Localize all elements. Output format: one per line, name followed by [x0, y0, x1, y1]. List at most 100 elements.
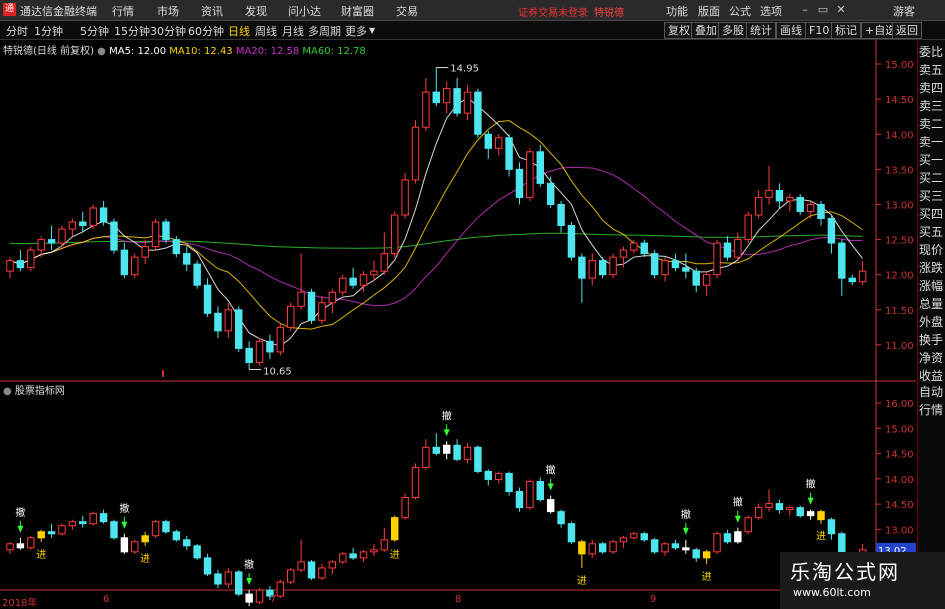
candle-body	[432, 91, 441, 104]
candle-body	[536, 151, 545, 184]
buy-marker: 进	[816, 531, 826, 543]
sidebar-item[interactable]: 现价	[919, 242, 945, 259]
menu-function[interactable]: 功能	[666, 3, 688, 19]
period-30min[interactable]: 30分钟	[150, 23, 186, 39]
chart-canvas[interactable]: 15.00 14.50 14.00 13.50 13.00 12.50 12.00 11.50…	[0, 40, 916, 609]
minimize-icon[interactable]: –	[797, 2, 813, 17]
ma10-label: MA10: 12.43	[169, 46, 233, 57]
sell-marker: 撤	[546, 464, 556, 477]
sidebar-item[interactable]: 买四	[919, 206, 945, 223]
sidebar-item[interactable]: 卖三	[919, 98, 945, 115]
sidebar-item[interactable]: 涨幅	[919, 278, 945, 295]
sidebar-item[interactable]: 委比	[919, 44, 945, 61]
menu-xiaoda[interactable]: 问小达	[288, 3, 321, 19]
indicator-dot-icon[interactable]: ●	[3, 386, 12, 397]
overlay-button[interactable]: 叠加	[691, 22, 721, 39]
menu-options[interactable]: 选项	[760, 3, 782, 19]
ma20-label: MA20: 12.58	[235, 46, 300, 57]
indicator-body	[110, 521, 118, 539]
candle-body	[827, 218, 836, 244]
candle-body	[349, 277, 357, 286]
sidebar-item[interactable]: 收益	[919, 368, 945, 385]
period-15min[interactable]: 15分钟	[114, 23, 150, 39]
period-weekly[interactable]: 周线	[255, 23, 277, 39]
indicator-body	[463, 446, 472, 460]
sidebar-item[interactable]: 卖一	[919, 134, 945, 151]
price-tick-label: 12.50	[885, 236, 914, 247]
candle-body	[848, 277, 856, 283]
stats-button[interactable]: 统计	[746, 22, 776, 39]
indicator-body	[276, 581, 285, 597]
period-1min[interactable]: 1分钟	[34, 23, 63, 39]
indicator-body	[682, 547, 690, 551]
sidebar-item[interactable]: 自动	[919, 384, 945, 401]
menu-market[interactable]: 市场	[157, 3, 179, 19]
period-monthly[interactable]: 月线	[282, 23, 304, 39]
sidebar-item[interactable]: 卖五	[919, 62, 945, 79]
sidebar-item[interactable]: 涨跌	[919, 260, 945, 277]
sidebar-item[interactable]: 净资	[919, 350, 945, 367]
sidebar-item[interactable]: 买二	[919, 170, 945, 187]
period-tick[interactable]: 分时	[6, 23, 28, 39]
close-icon[interactable]: ✕	[833, 2, 849, 17]
menu-discover[interactable]: 发现	[245, 3, 267, 19]
indicator-body	[640, 533, 648, 541]
menu-layout[interactable]: 版面	[698, 3, 720, 19]
period-more[interactable]: 更多	[345, 23, 367, 39]
sidebar-item[interactable]: 买五	[919, 224, 945, 241]
indicator-body	[203, 557, 212, 575]
period-5min[interactable]: 5分钟	[80, 23, 109, 39]
sidebar-item[interactable]: 换手	[919, 332, 945, 349]
adjust-button[interactable]: 复权	[664, 22, 694, 39]
title-bar: 通 通达信金融终端 行情 市场 资讯 发现 问小达 财富圈 交易 证券交易未登录…	[0, 0, 945, 21]
f10-button[interactable]: F10	[805, 22, 834, 39]
date-label: 2018年	[2, 598, 38, 609]
sidebar-item[interactable]: 总量	[919, 296, 945, 313]
candle-body	[796, 196, 804, 212]
candle-body	[858, 270, 867, 283]
candle-body	[203, 284, 212, 314]
candle-body	[193, 263, 201, 286]
candle-body	[235, 309, 243, 349]
app-logo-icon: 通	[3, 3, 16, 16]
date-label: 8	[455, 594, 462, 605]
settings-dot-icon[interactable]: ●	[97, 46, 106, 57]
period-daily[interactable]: 日线	[228, 23, 250, 39]
sidebar-item[interactable]: 买一	[919, 152, 945, 169]
restore-icon[interactable]: ▭	[815, 2, 831, 17]
sidebar-item[interactable]: 外盘	[919, 314, 945, 331]
quote-sidebar: 委比 卖五 卖四 卖三 卖二 卖一 买一 买二 买三 买四 买五 现价 涨跌 涨幅 总量 外盘 换手 净资 收益 自动…	[917, 40, 945, 609]
indicator-body	[58, 525, 66, 535]
indicator-body	[255, 589, 264, 603]
indicator-body	[827, 519, 836, 535]
menu-formula[interactable]: 公式	[729, 3, 751, 19]
price-tick-label: 13.00	[885, 200, 914, 211]
back-button[interactable]: 返回	[892, 22, 922, 39]
login-alert[interactable]: 证券交易未登录	[518, 4, 588, 19]
menu-quote[interactable]: 行情	[112, 3, 134, 19]
candle-body	[526, 151, 534, 198]
more-chevron-icon[interactable]: ▼	[369, 26, 375, 35]
watermark-url: www.60lt.com	[793, 586, 871, 599]
high-label: 14.95	[450, 64, 479, 75]
period-multi[interactable]: 多周期	[308, 23, 341, 39]
sidebar-item[interactable]: 行情	[919, 402, 945, 419]
user-label[interactable]: 游客	[893, 3, 915, 19]
menu-news[interactable]: 资讯	[201, 3, 223, 19]
sidebar-item[interactable]: 卖二	[919, 116, 945, 133]
candle-body	[588, 260, 596, 279]
indicator-body	[193, 545, 201, 559]
indicator-body	[515, 491, 524, 509]
indicator-body	[245, 593, 253, 603]
period-60min[interactable]: 60分钟	[188, 23, 224, 39]
menu-wealth[interactable]: 财富圈	[341, 3, 374, 19]
sidebar-item[interactable]: 卖四	[919, 80, 945, 97]
candle-body	[484, 133, 493, 149]
candle-body	[141, 246, 149, 258]
multi-stock-button[interactable]: 多股	[718, 22, 748, 39]
menu-trade[interactable]: 交易	[396, 3, 418, 19]
mark-button[interactable]: 标记	[831, 22, 861, 39]
draw-button[interactable]: 画线	[776, 22, 806, 39]
indicator-body	[630, 533, 638, 539]
sidebar-item[interactable]: 买三	[919, 188, 945, 205]
